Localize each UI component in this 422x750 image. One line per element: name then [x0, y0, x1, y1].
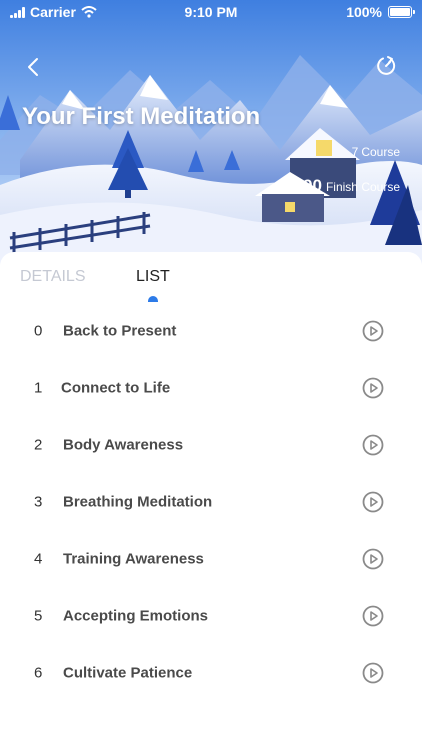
finish-count-label: Finish Course: [325, 180, 400, 194]
play-circle-icon[interactable]: [362, 491, 384, 513]
lesson-title: Breathing Meditation: [63, 493, 213, 510]
lesson-number: 3: [34, 493, 43, 510]
play-circle-icon[interactable]: [362, 605, 384, 627]
lesson-item-1[interactable]: 1 Connect to Life: [0, 359, 422, 416]
status-right: 100%: [346, 4, 415, 20]
page-title: Your First Meditation: [22, 103, 261, 130]
lesson-number: 5: [34, 607, 43, 624]
play-circle-icon[interactable]: [362, 548, 384, 570]
lesson-item-2[interactable]: 2 Body Awareness: [0, 416, 422, 473]
chevron-left-icon: [28, 58, 38, 76]
lesson-item-5[interactable]: 5 Accepting Emotions: [0, 587, 422, 644]
winter-scene-illustration: [0, 0, 422, 265]
play-circle-icon[interactable]: [362, 662, 384, 684]
play-circle-icon[interactable]: [362, 320, 384, 342]
hero-banner: Carrier 9:10 PM 100% Your First Meditati…: [0, 0, 422, 265]
lesson-sheet: DETAILS LIST 0 Back to Present 1 Connect…: [0, 252, 422, 750]
course-count: 7 Course: [352, 145, 400, 159]
lesson-number: 1: [34, 379, 43, 396]
reset-button[interactable]: [374, 54, 398, 78]
tab-details[interactable]: DETAILS: [20, 268, 86, 286]
lesson-item-4[interactable]: 4 Training Awareness: [0, 530, 422, 587]
finish-count-value: 290: [293, 176, 322, 195]
lesson-title: Connect to Life: [61, 379, 171, 396]
tab-list[interactable]: LIST: [136, 268, 170, 286]
lesson-item-3[interactable]: 3 Breathing Meditation: [0, 473, 422, 530]
lesson-title: Cultivate Patience: [63, 664, 193, 681]
lesson-title: Training Awareness: [63, 550, 204, 567]
lesson-item-0[interactable]: 0 Back to Present: [0, 302, 422, 359]
lesson-number: 6: [34, 664, 43, 681]
course-count-value: 7: [351, 145, 359, 159]
back-button[interactable]: [22, 55, 46, 79]
lesson-number: 4: [34, 550, 43, 567]
lesson-number: 2: [34, 436, 43, 453]
finish-count: 290 Finish Course: [294, 176, 400, 196]
reset-icon: [377, 56, 396, 75]
lesson-title: Back to Present: [63, 322, 177, 339]
play-circle-icon[interactable]: [362, 434, 384, 456]
battery-percent: 100%: [346, 4, 382, 20]
battery-full-icon: [388, 6, 415, 18]
status-bar: Carrier 9:10 PM 100%: [0, 0, 422, 24]
play-circle-icon[interactable]: [362, 377, 384, 399]
lesson-item-6[interactable]: 6 Cultivate Patience: [0, 644, 422, 701]
lesson-title: Body Awareness: [63, 436, 184, 453]
lesson-number: 0: [34, 322, 43, 339]
course-count-label: Course: [361, 145, 400, 159]
lesson-title: Accepting Emotions: [63, 607, 209, 624]
